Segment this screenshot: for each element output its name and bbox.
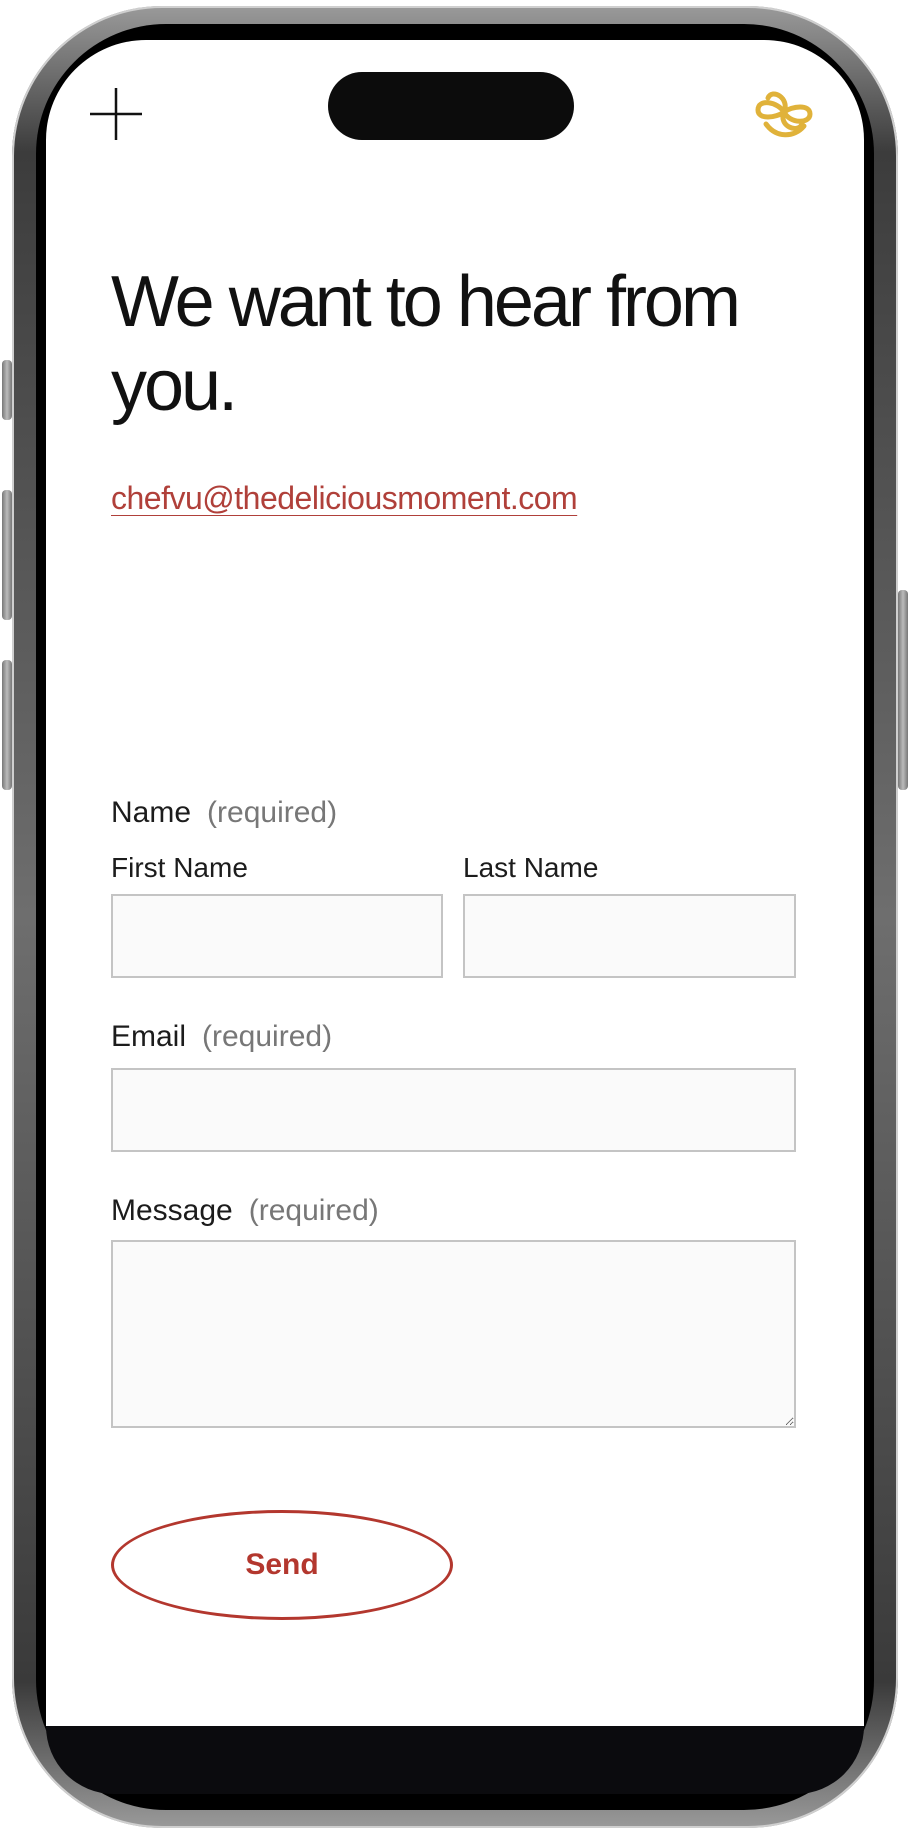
email-field[interactable] (111, 1068, 796, 1152)
last-name-field[interactable] (463, 894, 796, 978)
plus-icon[interactable] (88, 86, 144, 142)
message-label-text: Message (111, 1194, 233, 1227)
contact-email-link[interactable]: chefvu@thedeliciousmoment.com (111, 480, 578, 517)
email-label-text: Email (111, 1020, 187, 1053)
home-indicator-bar (46, 1726, 864, 1794)
name-label: Name (required) (111, 796, 337, 830)
infinity-smile-logo-icon[interactable] (750, 84, 818, 142)
last-name-label: Last Name (463, 852, 599, 883)
first-name-label: First Name (111, 852, 248, 883)
first-name-field[interactable] (111, 894, 443, 978)
send-button[interactable]: Send (111, 1510, 453, 1620)
message-label: Message (required) (111, 1194, 379, 1228)
message-required-text: (required) (248, 1194, 379, 1227)
screen: We want to hear from you. chefvu@thedeli… (46, 40, 864, 1726)
email-required-text: (required) (202, 1020, 333, 1053)
phone-volume-up-button (2, 490, 12, 620)
phone-power-button (898, 590, 908, 790)
phone-side-button (2, 360, 12, 420)
email-label: Email (required) (111, 1020, 332, 1054)
name-label-text: Name (111, 796, 192, 829)
page-title: We want to hear from you. (111, 262, 741, 426)
name-required-text: (required) (207, 796, 338, 829)
phone-volume-down-button (2, 660, 12, 790)
message-field[interactable] (111, 1240, 796, 1428)
dynamic-island (328, 72, 574, 140)
